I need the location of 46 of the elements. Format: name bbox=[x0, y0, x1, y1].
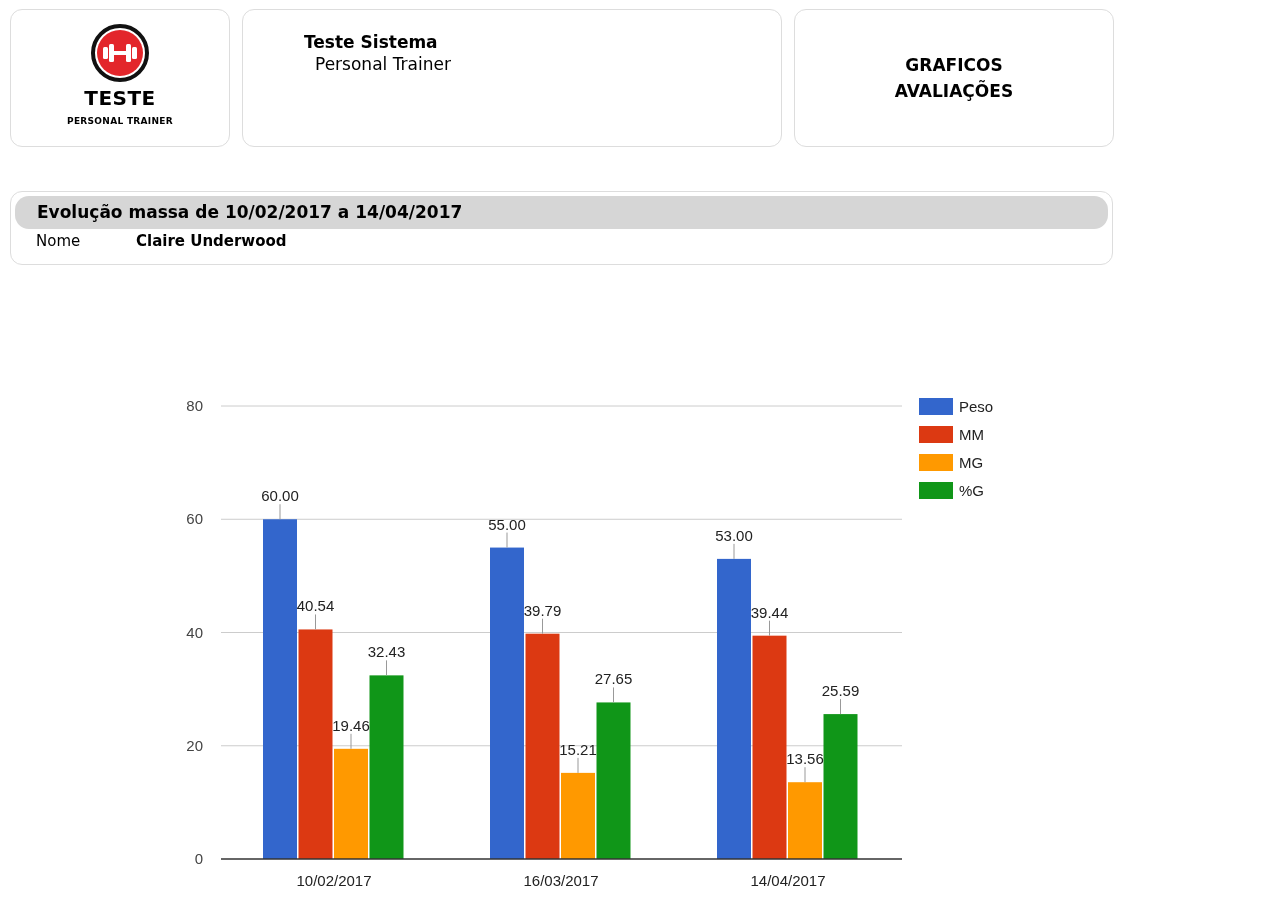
name-value: Claire Underwood bbox=[136, 232, 287, 250]
data-label: 25.59 bbox=[821, 682, 860, 700]
page-title: GRAFICOS bbox=[905, 54, 1003, 77]
leader-line bbox=[350, 733, 352, 750]
data-label: 55.00 bbox=[488, 515, 526, 533]
leader-line bbox=[577, 757, 579, 774]
leader-line bbox=[542, 618, 543, 635]
leader-line bbox=[613, 686, 614, 703]
data-label: 27.65 bbox=[594, 670, 633, 688]
data-label: 60.00 bbox=[261, 487, 299, 505]
legend-label: MM bbox=[959, 426, 984, 443]
legend-label: MG bbox=[959, 454, 984, 471]
leader-line bbox=[733, 543, 735, 560]
leader-line bbox=[840, 698, 841, 715]
logo-subtitle: PERSONAL TRAINER bbox=[67, 116, 173, 126]
leader-line bbox=[315, 613, 316, 630]
legend-label: %G bbox=[959, 482, 984, 499]
y-tick-label: 0 bbox=[194, 850, 203, 867]
logo-title: TESTE bbox=[84, 86, 156, 110]
dumbbell-logo-icon bbox=[91, 24, 149, 82]
leader-line bbox=[769, 620, 770, 637]
y-tick-label: 60 bbox=[186, 510, 203, 528]
leader-line bbox=[386, 659, 387, 676]
data-label: 32.43 bbox=[367, 643, 406, 661]
name-label: Nome bbox=[36, 232, 82, 250]
leader-line bbox=[804, 766, 806, 783]
page-title: AVALIAÇÕES bbox=[894, 79, 1014, 103]
data-label: 39.79 bbox=[523, 601, 562, 619]
y-tick-label: 40 bbox=[186, 623, 203, 641]
report-heading: Evolução massa de 10/02/2017 a 14/04/2017 bbox=[15, 196, 1108, 229]
data-label: 19.46 bbox=[332, 716, 370, 734]
y-tick-label: 80 bbox=[186, 397, 203, 414]
leader-line bbox=[279, 503, 281, 520]
x-tick-label: 16/03/2017 bbox=[523, 872, 599, 889]
leader-line bbox=[506, 532, 508, 549]
data-label: 53.00 bbox=[715, 526, 753, 544]
system-title: Teste Sistema bbox=[304, 32, 438, 52]
data-label: 13.56 bbox=[786, 750, 824, 768]
x-tick-label: 14/04/2017 bbox=[750, 872, 826, 889]
data-label: 15.21 bbox=[559, 740, 597, 758]
system-subtitle: Personal Trainer bbox=[315, 54, 451, 74]
data-label: 39.44 bbox=[750, 603, 789, 621]
data-label: 40.54 bbox=[296, 597, 335, 615]
legend-label: Peso bbox=[959, 398, 994, 415]
x-tick-label: 10/02/2017 bbox=[296, 872, 372, 889]
y-tick-label: 20 bbox=[186, 736, 203, 754]
